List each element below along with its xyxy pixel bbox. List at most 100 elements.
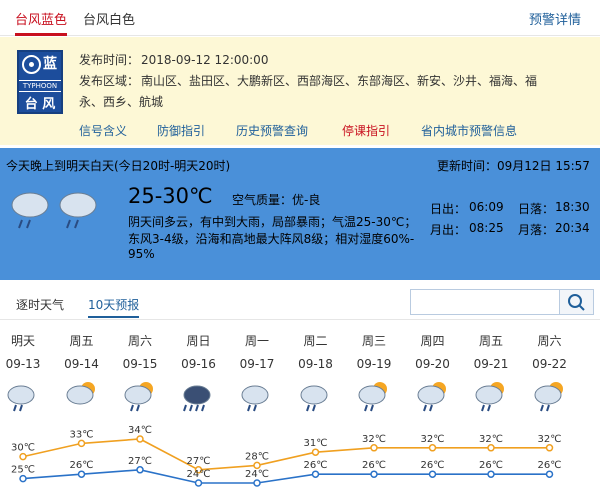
low-temp-label: 26℃: [479, 460, 503, 471]
low-temp-point: [487, 470, 495, 478]
typhoon-blue-badge-icon: 蓝 TYPHOON 台 风: [17, 50, 63, 114]
day-label: 周一: [244, 334, 269, 348]
temp-range: 25-30℃: [128, 184, 213, 208]
badge-level: 蓝: [43, 56, 57, 72]
tab-typhoon-white[interactable]: 台风白色: [83, 9, 135, 28]
day-label: 周日: [186, 334, 211, 348]
low-temp-label: 26℃: [362, 460, 386, 471]
high-temp-label: 34℃: [128, 425, 152, 436]
day-date: 09-15: [122, 357, 158, 371]
day-label: 周四: [420, 334, 445, 348]
low-temp-point: [19, 474, 27, 483]
high-temp-label: 32℃: [421, 434, 445, 445]
moonset-label: 月落：: [518, 223, 555, 237]
warning-time-label: 发布时间：: [79, 53, 140, 67]
low-temp-label: 27℃: [128, 456, 152, 467]
low-temp-point: [136, 466, 144, 474]
badge-eng: TYPHOON: [19, 80, 61, 92]
search-icon: [568, 294, 585, 311]
warning-detail-link[interactable]: 预警详情: [529, 9, 581, 28]
warning-area-label: 发布区域：: [79, 74, 140, 88]
rain-cloud-icon: [11, 192, 97, 229]
moonrise: 08:25: [469, 221, 504, 235]
high-temp-point: [428, 444, 437, 452]
update-time: 更新时间：09月12日 15:57: [437, 159, 590, 173]
high-temp-point: [311, 448, 320, 456]
day-date: 09-20: [415, 357, 450, 371]
low-temp-label: 24℃: [245, 469, 269, 480]
forecast-desc2: 东风3-4级，沿海和高地最大阵风8级；相对湿度60%-: [128, 232, 415, 246]
high-temp-point: [253, 461, 261, 470]
day-date: 09-21: [473, 357, 509, 371]
low-temp-point: [77, 470, 86, 478]
high-temp-label: 32℃: [538, 434, 562, 445]
forecast-desc3: 95%: [128, 247, 155, 261]
sunset: 18:30: [555, 200, 590, 214]
tab-typhoon-blue[interactable]: 台风蓝色: [15, 9, 68, 36]
divider: [0, 319, 600, 320]
day-label: 周三: [361, 334, 386, 348]
search-button[interactable]: [559, 290, 593, 314]
moonset: 20:34: [555, 221, 590, 235]
link-defense-guide[interactable]: 防御指引: [157, 122, 205, 139]
high-temp-point: [77, 439, 86, 448]
high-temp-label: 27℃: [187, 456, 211, 467]
warning-time: 2018-09-12 12:00:00: [141, 53, 269, 67]
day-date: 09-13: [5, 357, 41, 371]
low-temp-label: 26℃: [304, 460, 328, 471]
link-signal-meaning[interactable]: 信号含义: [79, 122, 127, 139]
low-temp-line: [22, 468, 550, 484]
day-date: 09-16: [181, 357, 216, 371]
low-temp-point: [194, 479, 203, 487]
day-date: 09-19: [356, 357, 392, 371]
day-label: 明天: [10, 334, 35, 348]
warning-area-line1: 南山区、盐田区、大鹏新区、西部海区、东部海区、新安、沙井、福海、福: [141, 74, 538, 88]
sunrise: 06:09: [469, 200, 504, 214]
low-temp-label: 26℃: [421, 460, 445, 471]
low-temp-point: [428, 470, 437, 478]
sunset-label: 日落：: [518, 202, 555, 216]
link-province-warnings[interactable]: 省内城市预警信息: [421, 122, 517, 139]
day-date: 09-22: [532, 357, 567, 371]
low-temp-label: 26℃: [70, 460, 94, 471]
day-label: 周六: [537, 334, 562, 348]
forecast-desc1: 阴天间多云，有中到大雨，局部暴雨；气温25-30℃；: [128, 215, 417, 229]
moonrise-label: 月出：: [430, 223, 467, 237]
high-temp-label: 30℃: [11, 443, 35, 454]
day-label: 周六: [127, 334, 152, 348]
tab-hourly[interactable]: 逐时天气: [16, 296, 64, 313]
warning-tabs: 台风蓝色 台风白色 预警详情: [0, 0, 600, 36]
high-temp-point: [370, 444, 378, 452]
temperature-chart: 30℃ 33℃ 34℃ 27℃ 28℃ 31℃ 32℃ 32℃ 32℃ 32℃ 25℃ 26℃ 27℃ 2…: [11, 425, 562, 487]
high-temp-label: 32℃: [362, 434, 386, 445]
low-temp-label: 24℃: [187, 469, 211, 480]
day-label: 周二: [303, 334, 328, 348]
low-temp-point: [370, 470, 378, 478]
high-temp-label: 28℃: [245, 451, 269, 462]
forecast-period: 今天晚上到明天白天(今日20时-明天20时): [6, 159, 231, 173]
low-temp-label: 25℃: [11, 465, 35, 476]
high-temp-label: 32℃: [479, 434, 503, 445]
warning-area-line2: 永、西乡、航城: [79, 95, 164, 109]
high-temp-point: [136, 435, 144, 443]
low-temp-point: [545, 470, 554, 478]
high-temp-label: 31℃: [304, 438, 328, 449]
day-date: 09-17: [239, 357, 275, 371]
day-date: 09-18: [298, 357, 333, 371]
day-date: 09-14: [64, 357, 99, 371]
link-history-query[interactable]: 历史预警查询: [236, 122, 308, 139]
low-temp-point: [253, 479, 261, 487]
high-temp-label: 33℃: [70, 429, 94, 440]
link-class-suspension[interactable]: 停课指引: [342, 122, 390, 139]
tab-10day[interactable]: 10天预报: [88, 296, 140, 318]
high-temp-point: [545, 444, 554, 452]
high-temp-point: [487, 444, 495, 452]
sunrise-label: 日出：: [430, 202, 467, 216]
typhoon-swirl-icon: [22, 55, 41, 74]
low-temp-label: 26℃: [538, 460, 562, 471]
day-label: 周五: [478, 334, 503, 348]
city-search-input[interactable]: [410, 289, 594, 315]
high-temp-line: [22, 438, 550, 471]
high-temp-point: [19, 452, 27, 461]
badge-cn: 台 风: [24, 97, 56, 112]
